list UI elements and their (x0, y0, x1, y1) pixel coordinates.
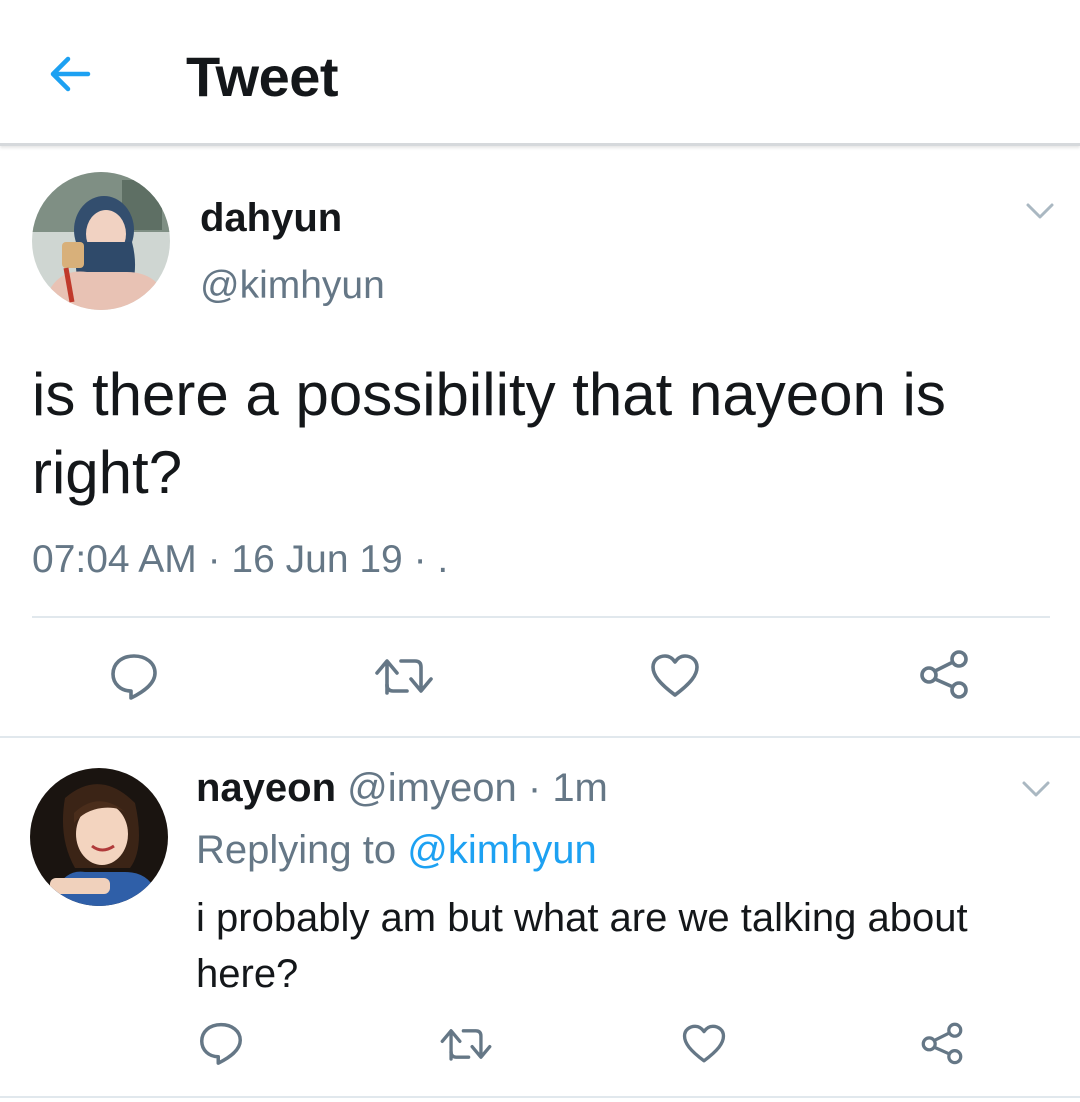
tweet-timestamp: 07:04 AM · 16 Jun 19 · . (32, 538, 449, 581)
reply-author-handle[interactable]: @imyeon (347, 766, 517, 810)
replying-to: Replying to @kimhyun (196, 828, 597, 873)
retweet-icon (375, 659, 433, 695)
reply-bubble-icon (200, 1022, 242, 1065)
share-button[interactable] (916, 648, 972, 700)
author-name[interactable]: dahyun (200, 196, 342, 241)
replying-mention-link[interactable]: @kimhyun (407, 828, 597, 872)
separator-dot: · (527, 766, 542, 810)
author-handle[interactable]: @kimhyun (200, 264, 385, 308)
back-button[interactable] (40, 46, 100, 102)
avatar-nayeon[interactable] (30, 768, 168, 906)
like-button[interactable] (648, 652, 702, 700)
like-button[interactable] (680, 1022, 728, 1066)
chevron-down-icon (1022, 781, 1050, 797)
retweet-button[interactable] (436, 1022, 496, 1066)
reply-options-button[interactable] (1020, 776, 1052, 802)
page-title: Tweet (186, 45, 339, 108)
heart-icon (682, 1024, 726, 1063)
share-icon (921, 1022, 963, 1065)
app-header: Tweet (0, 0, 1080, 146)
share-button[interactable] (918, 1020, 966, 1066)
avatar-dahyun[interactable] (32, 172, 170, 310)
reply-author-name[interactable]: nayeon (196, 766, 336, 810)
divider (0, 1096, 1080, 1098)
tweet-text: is there a possibility that nayeon is ri… (32, 361, 946, 506)
reply-text: i probably am but what are we talking ab… (196, 896, 968, 996)
divider (0, 736, 1080, 738)
divider (32, 616, 1050, 618)
retweet-button[interactable] (370, 652, 438, 700)
heart-icon (651, 654, 699, 697)
reply-header: nayeon @imyeon · 1m (196, 766, 608, 811)
retweet-icon (440, 1029, 492, 1061)
reply-button[interactable] (196, 1020, 246, 1066)
tweet-options-button[interactable] (1024, 198, 1056, 224)
arrow-left-icon (50, 56, 91, 92)
reply-bubble-icon (111, 654, 157, 700)
reply-time: 1m (552, 766, 608, 810)
share-icon (920, 650, 968, 699)
replying-prefix: Replying to (196, 828, 397, 872)
reply-button[interactable] (106, 650, 162, 702)
chevron-down-icon (1026, 203, 1054, 219)
